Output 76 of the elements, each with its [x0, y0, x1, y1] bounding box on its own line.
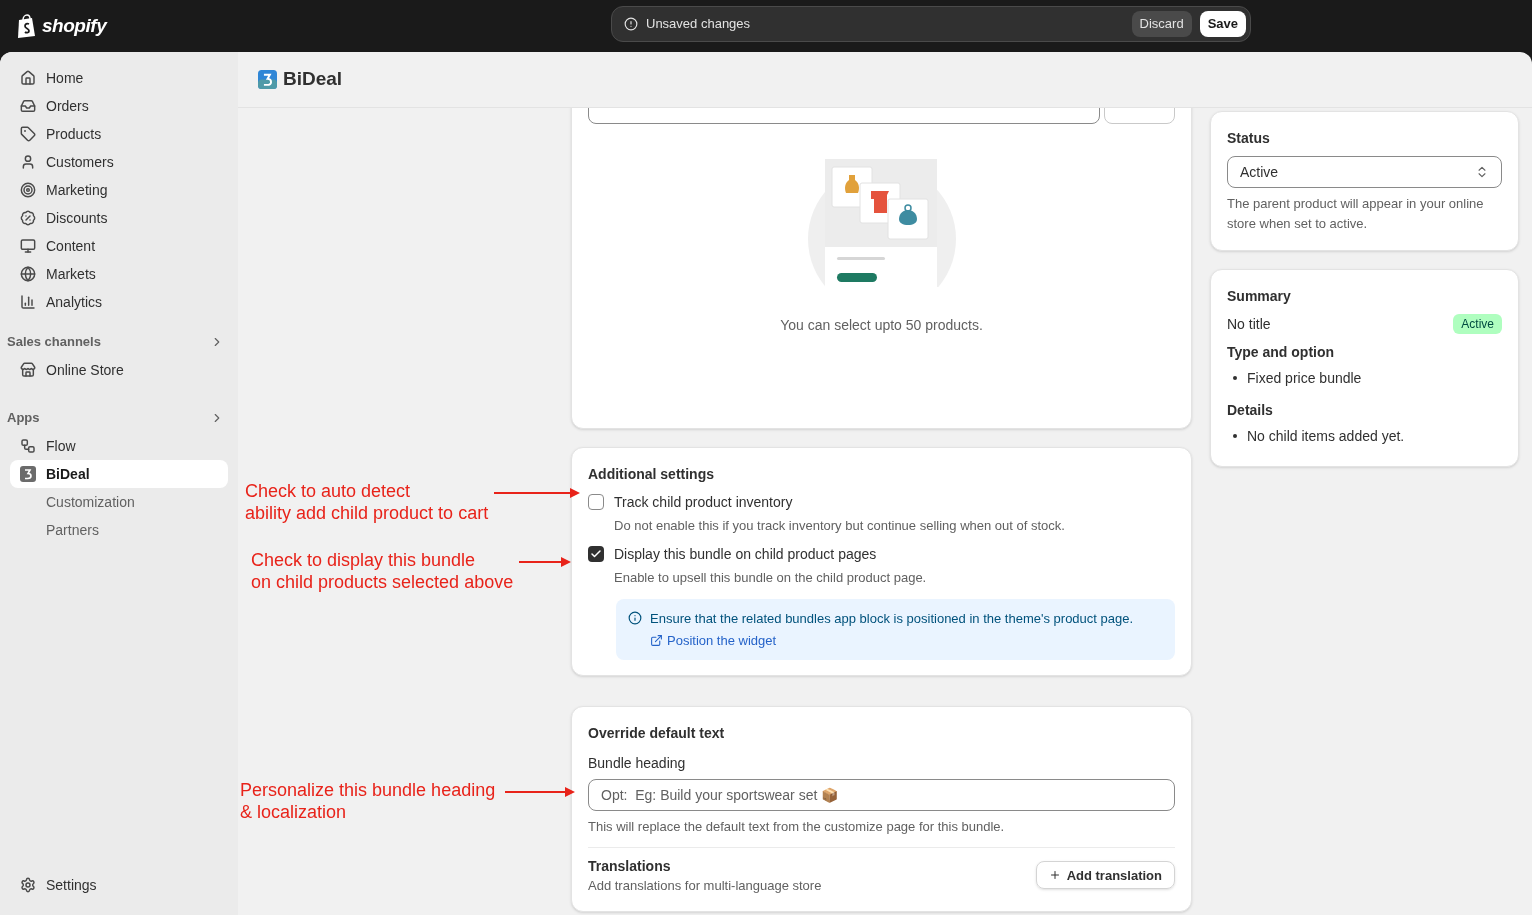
logo[interactable]: shopify [42, 11, 107, 41]
annotation-text: Personalize this bundle heading & localization [240, 779, 496, 823]
status-select[interactable]: Active [1227, 156, 1502, 188]
position-widget-link[interactable]: Position the widget [650, 630, 1134, 650]
banner-text: Ensure that the related bundles app block is positioned in the theme's product page. [650, 610, 1134, 628]
plus-icon [1048, 869, 1061, 882]
nav-item[interactable]: Analytics [10, 288, 228, 316]
store-icon [20, 362, 36, 378]
products-note: You can select upto 50 products. [780, 316, 983, 335]
nav-item[interactable]: Settings [10, 871, 228, 899]
alert-icon [624, 17, 638, 31]
help-text: Do not enable this if you track inventory but continue selling when out of stock. [613, 517, 1066, 535]
summary-heading: Details [1227, 401, 1274, 420]
translations-title: Translations [588, 856, 672, 876]
app-logo-icon [258, 70, 277, 89]
bullet-icon [1233, 434, 1237, 438]
summary-item: Fixed price bundle [1247, 369, 1362, 388]
card-title: Override default text [588, 724, 726, 743]
nav-item[interactable]: Discounts [10, 204, 228, 232]
nav-item[interactable]: Products [10, 120, 228, 148]
bundle-name: No title [1227, 315, 1271, 334]
card-title: Additional settings [588, 465, 715, 484]
page-title: BiDeal [283, 67, 343, 92]
percent-badge-icon [20, 210, 36, 226]
nav-item[interactable]: Markets [10, 260, 228, 288]
summary-heading: Type and option [1227, 343, 1336, 362]
arrow [505, 787, 576, 797]
card-title: Status [1227, 129, 1271, 148]
checkbox[interactable] [588, 545, 604, 562]
nav-item[interactable]: Customers [10, 148, 228, 176]
arrow [519, 557, 572, 567]
section-heading: Apps [7, 409, 40, 428]
discard-button[interactable]: Discard [1131, 11, 1192, 37]
section-heading: Sales channels [7, 333, 101, 352]
bar-chart-icon [20, 294, 36, 310]
card-title: Summary [1227, 287, 1292, 306]
nav-item[interactable]: Marketing [10, 176, 228, 204]
sub-nav-item[interactable]: Partners [10, 516, 228, 544]
annotation-text: Check to auto detect ability add child product to cart [245, 480, 489, 524]
nav-item[interactable]: BiDeal [10, 460, 228, 488]
inbox-icon [20, 98, 36, 114]
info-icon [628, 611, 642, 625]
checkbox-label: Track child product inventory [614, 493, 793, 512]
field-label: Bundle heading [588, 754, 687, 773]
shopping-bag-icon [16, 14, 38, 38]
tag-icon [20, 126, 36, 142]
help-text: Enable to upsell this bundle on the child product page. [613, 568, 928, 587]
bundle-heading-field[interactable]: Opt: Eg: Build your sportswear set 📦 [588, 779, 1175, 811]
target-icon [20, 182, 36, 198]
unsaved-message: Unsaved changes [646, 15, 752, 34]
person-icon [20, 154, 36, 170]
status-badge: Active [1453, 314, 1502, 334]
app-logo-icon [20, 466, 36, 482]
nav-item[interactable]: Content [10, 232, 228, 260]
external-link-icon [650, 633, 663, 647]
summary-item: No child items added yet. [1247, 427, 1405, 446]
nav-item[interactable]: Home [10, 64, 228, 92]
add-translation-button[interactable]: Add translation [1035, 861, 1175, 890]
nav-item[interactable]: Flow [10, 432, 228, 460]
home-icon [20, 70, 36, 86]
bullet-icon [1233, 376, 1237, 380]
monitor-icon [20, 238, 36, 254]
globe-icon [20, 266, 36, 282]
check-icon [590, 547, 602, 560]
annotation-text: Check to display this bundle on child products selected above [251, 549, 514, 593]
checkbox[interactable] [588, 494, 604, 510]
translations-help: Add translations for multi-language store [588, 876, 822, 895]
help-text: The parent product will appear in your online store when set to active. [1227, 195, 1485, 233]
sub-nav-item[interactable]: Customization [10, 488, 228, 516]
help-text: This will replace the default text from the customize page for this bundle. [588, 818, 1006, 836]
nav-item[interactable]: Orders [10, 92, 228, 120]
checkbox-label: Display this bundle on child product pages [614, 544, 877, 564]
nav-item[interactable]: Online Store [10, 356, 228, 384]
save-button[interactable]: Save [1199, 11, 1246, 37]
settings-icon [20, 877, 36, 893]
workflow-icon [20, 438, 36, 454]
